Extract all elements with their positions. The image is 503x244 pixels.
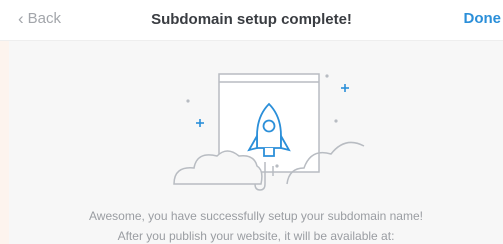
rocket-launch-illustration bbox=[173, 73, 365, 191]
subdomain-setup-screen: ‹ Back Subdomain setup complete! Done Aw… bbox=[0, 0, 503, 244]
success-message-line-2: After you publish your website, it will … bbox=[117, 229, 395, 243]
left-cloud-icon bbox=[173, 150, 263, 185]
done-button[interactable]: Done bbox=[464, 10, 502, 27]
success-message: Awesome, you have successfully setup you… bbox=[9, 206, 503, 244]
navigation-bar: ‹ Back Subdomain setup complete! Done bbox=[0, 0, 503, 41]
success-message-line-1: Awesome, you have successfully setup you… bbox=[89, 209, 423, 223]
page-title: Subdomain setup complete! bbox=[151, 11, 352, 28]
success-content: Awesome, you have successfully setup you… bbox=[9, 41, 503, 244]
